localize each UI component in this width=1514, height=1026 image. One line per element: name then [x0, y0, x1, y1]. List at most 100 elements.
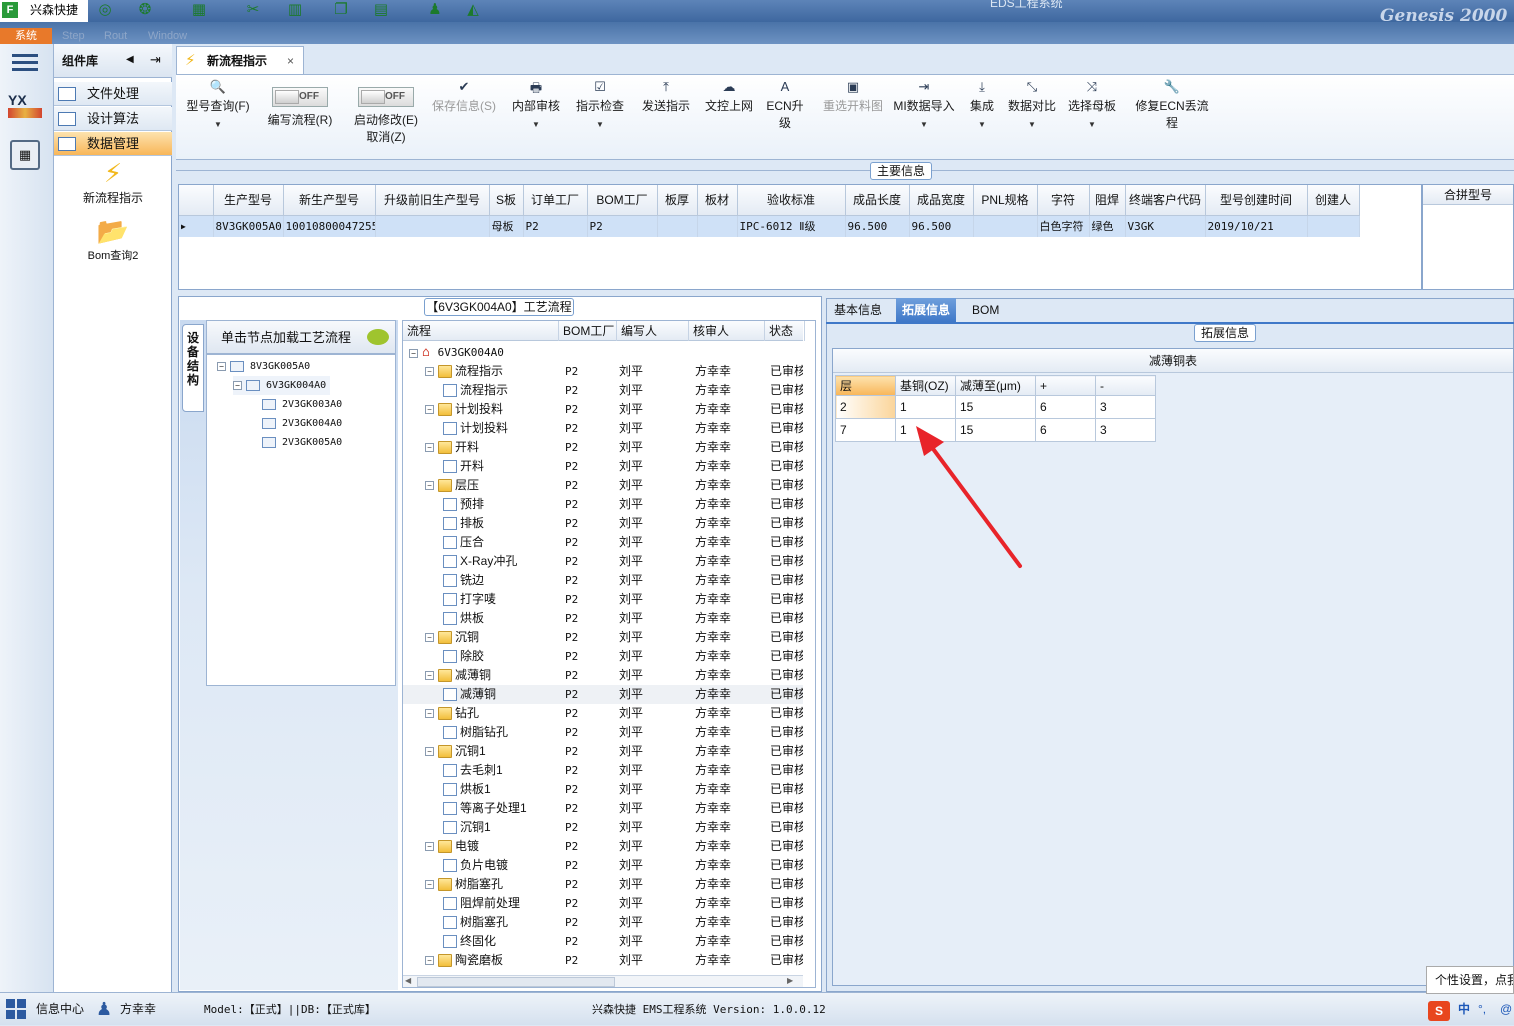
ribbon-button-4[interactable]: 🖶 内部审核 ▼	[508, 79, 564, 149]
tab-1[interactable]: 拓展信息	[896, 298, 957, 322]
pin-exit-icon[interactable]: ⇥	[150, 52, 161, 68]
flow-row[interactable]: 流程指示 P2 刘平 方幸幸 已审核	[403, 381, 803, 400]
toggle-switch[interactable]: OFF	[272, 87, 328, 107]
flow-row[interactable]: − 层压 P2 刘平 方幸幸 已审核	[403, 476, 803, 495]
flow-column-header[interactable]: 核审人	[689, 321, 765, 341]
flow-row[interactable]: 排板 P2 刘平 方幸幸 已审核	[403, 514, 803, 533]
collapse-icon[interactable]: −	[217, 361, 226, 371]
table-cell[interactable]	[697, 215, 738, 237]
table-cell[interactable]	[1307, 215, 1360, 237]
flow-row[interactable]: − 树脂塞孔 P2 刘平 方幸幸 已审核	[403, 875, 803, 894]
flow-row[interactable]: − 钻孔 P2 刘平 方幸幸 已审核	[403, 704, 803, 723]
tree-node[interactable]: 2V3GK005A0	[249, 433, 342, 452]
flow-row[interactable]: 负片电镀 P2 刘平 方幸幸 已审核	[403, 856, 803, 875]
scroll-left-icon[interactable]: ◀	[405, 976, 411, 985]
table-cell[interactable]	[375, 215, 490, 237]
bom-query-item[interactable]: 📂 Bom查询2	[54, 216, 172, 266]
column-header[interactable]: S板	[489, 185, 524, 216]
column-header[interactable]: 生产型号	[213, 185, 284, 216]
ribbon-button-5[interactable]: ☑ 指示检查 ▼	[570, 79, 630, 149]
new-process-item[interactable]: ⚡ 新流程指示	[54, 158, 172, 212]
tree-node[interactable]: 2V3GK004A0	[249, 414, 342, 433]
column-header[interactable]: 新生产型号	[283, 185, 376, 216]
flow-row[interactable]: 去毛刺1 P2 刘平 方幸幸 已审核	[403, 761, 803, 780]
settings-icon[interactable]: ❂	[134, 1, 156, 19]
table-row[interactable]: 2 1 15 6 3	[835, 395, 1156, 419]
tree-node[interactable]: − 6V3GK004A0	[233, 376, 331, 395]
collapse-icon[interactable]: −	[425, 842, 434, 852]
flow-row[interactable]: X-Ray冲孔 P2 刘平 方幸幸 已审核	[403, 552, 803, 571]
dropdown-arrow-icon[interactable]: ▼	[508, 120, 564, 129]
table-cell[interactable]: 白色字符	[1037, 215, 1090, 237]
flow-row[interactable]: 除胶 P2 刘平 方幸幸 已审核	[403, 647, 803, 666]
system-tab[interactable]: 系统	[0, 28, 52, 44]
column-header[interactable]: 字符	[1037, 185, 1090, 216]
ime-at[interactable]: @	[1500, 993, 1512, 1026]
tab-2[interactable]: BOM	[966, 298, 1005, 322]
dropdown-arrow-icon[interactable]: ▼	[180, 120, 256, 129]
flow-row[interactable]: 烘板1 P2 刘平 方幸幸 已审核	[403, 780, 803, 799]
column-header[interactable]: 成品宽度	[909, 185, 974, 216]
ribbon-button-11[interactable]: ⤓ 集成 ▼	[966, 79, 998, 149]
ribbon-button-13[interactable]: ⤨ 选择母板 ▼	[1066, 79, 1118, 149]
table-cell[interactable]: 3	[1095, 395, 1156, 419]
ribbon-button-7[interactable]: ☁ 文控上网	[702, 79, 756, 149]
table-cell[interactable]: 绿色	[1089, 215, 1126, 237]
column-header[interactable]: 型号创建时间	[1205, 185, 1308, 216]
ribbon-button-1[interactable]: OFF 编写流程(R)	[260, 79, 340, 149]
calculator-icon[interactable]: ▦	[10, 140, 40, 170]
flow-row[interactable]: 预排 P2 刘平 方幸幸 已审核	[403, 495, 803, 514]
copy-icon[interactable]: ❐	[330, 1, 352, 19]
collapse-icon[interactable]: −	[425, 443, 434, 453]
flow-column-header[interactable]: BOM工厂	[559, 321, 617, 341]
menu-step[interactable]: Step	[62, 30, 85, 42]
scroll-right-icon[interactable]: ▶	[787, 976, 793, 985]
menu-window[interactable]: Window	[148, 30, 187, 42]
flow-column-header[interactable]: 流程	[403, 321, 559, 341]
collapse-left-icon[interactable]: ◀	[126, 54, 134, 65]
table-cell[interactable]: 96.500	[909, 215, 974, 237]
collapse-icon[interactable]: −	[425, 709, 434, 719]
ime-punct[interactable]: °,	[1478, 993, 1486, 1026]
flow-row[interactable]: 等离子处理1 P2 刘平 方幸幸 已审核	[403, 799, 803, 818]
hamburger-menu-icon[interactable]	[12, 52, 38, 72]
column-header[interactable]: BOM工厂	[587, 185, 658, 216]
table-cell[interactable]: 2	[835, 395, 896, 419]
table-cell[interactable]: 母板	[489, 215, 524, 237]
column-header[interactable]: 升级前旧生产型号	[375, 185, 490, 216]
table-cell[interactable]: 96.500	[845, 215, 910, 237]
tree-node[interactable]: − 8V3GK005A0	[217, 357, 310, 376]
table-cell[interactable]: 6	[1035, 395, 1096, 419]
equipment-structure-tab[interactable]: 设备结构	[182, 324, 204, 412]
collapse-icon[interactable]: −	[425, 405, 434, 415]
tree-node[interactable]: 2V3GK003A0	[249, 395, 342, 414]
table-icon[interactable]: ▤	[370, 1, 392, 19]
table-cell[interactable]: 3	[1095, 418, 1156, 442]
table-cell[interactable]: 1	[895, 395, 956, 419]
column-header[interactable]: 终端客户代码	[1125, 185, 1206, 216]
flow-row[interactable]: 打字唛 P2 刘平 方幸幸 已审核	[403, 590, 803, 609]
column-header[interactable]: PNL规格	[973, 185, 1038, 216]
table-cell[interactable]: 10010800047255	[283, 215, 376, 237]
ribbon-button-14[interactable]: 🔧 修复ECN丢流程	[1130, 79, 1214, 149]
flow-row[interactable]: − 沉铜 P2 刘平 方幸幸 已审核	[403, 628, 803, 647]
table-cell[interactable]: IPC-6012 Ⅱ级	[737, 215, 846, 237]
grid-icon[interactable]: ▦	[188, 1, 210, 19]
flow-row[interactable]: 树脂塞孔 P2 刘平 方幸幸 已审核	[403, 913, 803, 932]
collapse-icon[interactable]: −	[425, 880, 434, 890]
column-header[interactable]: 验收标准	[737, 185, 846, 216]
personalize-tooltip[interactable]: 个性设置，点我	[1426, 966, 1514, 994]
flow-row[interactable]: − 减薄铜 P2 刘平 方幸幸 已审核	[403, 666, 803, 685]
menu-rout[interactable]: Rout	[104, 30, 127, 42]
table-cell[interactable]: 8V3GK005A0	[213, 215, 284, 237]
collapse-icon[interactable]: −	[425, 367, 434, 377]
table-cell[interactable]	[657, 215, 698, 237]
dropdown-arrow-icon[interactable]: ▼	[966, 120, 998, 129]
thinning-column-header[interactable]: +	[1035, 375, 1096, 396]
table-cell[interactable]: P2	[587, 215, 658, 237]
flow-row[interactable]: 阻焊前处理 P2 刘平 方幸幸 已审核	[403, 894, 803, 913]
table-cell[interactable]	[973, 215, 1038, 237]
scissors-icon[interactable]: ✂	[242, 1, 264, 19]
flow-row[interactable]: − 沉铜1 P2 刘平 方幸幸 已审核	[403, 742, 803, 761]
column-header[interactable]: 成品长度	[845, 185, 910, 216]
